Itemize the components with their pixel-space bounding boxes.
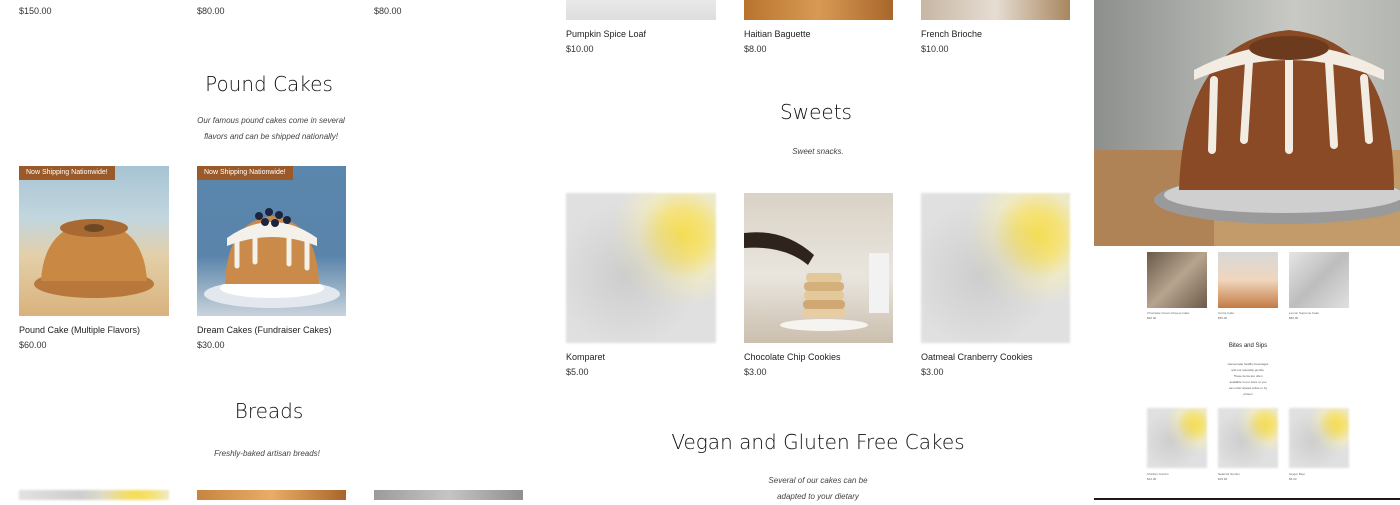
- dream-cake-image[interactable]: Now Shipping Nationwide!: [197, 166, 346, 316]
- section-description-pound-cakes: Our famous pound cakes come in several f…: [169, 113, 373, 145]
- shipping-badge: Now Shipping Nationwide!: [19, 166, 115, 180]
- section-title-vegan-gluten-free: Vegan and Gluten Free Cakes: [671, 430, 965, 454]
- preview-product-image: [1147, 252, 1207, 308]
- description-line: Several of our cakes can be: [768, 476, 868, 485]
- preview-product-name: Seafood Gumbo: [1218, 472, 1240, 476]
- product-price: $3.00: [921, 367, 944, 377]
- bread-product-image[interactable]: [19, 490, 169, 500]
- product-price: $150.00: [19, 6, 52, 16]
- product-price: $10.00: [921, 44, 949, 54]
- cookies-illustration: [744, 232, 889, 331]
- preview-product-image: [1218, 252, 1278, 308]
- preview-product-image: [1289, 252, 1349, 308]
- section-title-sweets: Sweets: [780, 100, 852, 124]
- section-description-sweets: Sweet snacks.: [792, 147, 844, 156]
- pound-cake-image[interactable]: Now Shipping Nationwide!: [19, 166, 169, 316]
- preview-product-price: $12.00: [1147, 477, 1157, 481]
- hero-cake-illustration: [1094, 30, 1400, 246]
- product-name[interactable]: Oatmeal Cranberry Cookies: [921, 352, 1033, 362]
- shipping-badge: Now Shipping Nationwide!: [197, 166, 293, 180]
- bread-product-image[interactable]: [197, 490, 346, 500]
- preview-product-price: $15.00: [1218, 477, 1228, 481]
- preview-product-price: $90.00: [1147, 316, 1157, 320]
- description-line: adapted to your dietary: [777, 492, 859, 501]
- pumpkin-spice-loaf-image[interactable]: [566, 0, 716, 20]
- bread-product-image[interactable]: [374, 490, 523, 500]
- preview-product-price: $6.00: [1289, 477, 1297, 481]
- preview-product-name: Lemon Supreme Cake: [1289, 311, 1320, 315]
- product-price: $80.00: [197, 6, 225, 16]
- preview-product-name: Ginger Beer: [1289, 472, 1306, 476]
- section-title-breads: Breads: [234, 399, 304, 423]
- preview-product-name: Chocolate Cream Cheese Cake: [1147, 311, 1190, 315]
- french-brioche-image[interactable]: [921, 0, 1070, 20]
- preview-section-title: Bites and Sips: [1228, 343, 1268, 349]
- section-description-breads: Freshly-baked artisan breads!: [214, 449, 320, 458]
- section-title-pound-cakes: Pound Cakes: [205, 72, 333, 96]
- section-description-vegan: Several of our cakes can be adapted to y…: [716, 473, 920, 505]
- product-price: $10.00: [566, 44, 594, 54]
- haitian-baguette-image[interactable]: [744, 0, 893, 20]
- chocolate-chip-cookies-image[interactable]: [744, 193, 893, 343]
- dream-cake-illustration: [204, 208, 340, 308]
- preview-section-description: Homemade healthy beverages and our speci…: [1208, 361, 1288, 397]
- product-name[interactable]: Pound Cake (Multiple Flavors): [19, 325, 140, 335]
- product-price: $5.00: [566, 367, 589, 377]
- product-name[interactable]: Pumpkin Spice Loaf: [566, 29, 646, 39]
- product-name[interactable]: Chocolate Chip Cookies: [744, 352, 841, 362]
- komparet-image[interactable]: [566, 193, 716, 343]
- preview-product-name: Carrot Cake: [1218, 311, 1235, 315]
- product-name[interactable]: Komparet: [566, 352, 605, 362]
- product-price: $30.00: [197, 340, 225, 350]
- product-price: $3.00: [744, 367, 767, 377]
- product-name[interactable]: Haitian Baguette: [744, 29, 811, 39]
- description-line: flavors and can be shipped nationally!: [204, 132, 338, 141]
- description-line: Our famous pound cakes come in several: [197, 116, 345, 125]
- pound-cake-illustration: [34, 219, 154, 298]
- product-name[interactable]: French Brioche: [921, 29, 982, 39]
- product-name[interactable]: Dream Cakes (Fundraiser Cakes): [197, 325, 332, 335]
- preview-product-image: [1218, 408, 1278, 468]
- hero-cake-photo: [1094, 0, 1400, 246]
- preview-product-name: Chicken Gumbo: [1147, 472, 1169, 476]
- preview-product-image: [1289, 408, 1349, 468]
- preview-product-price: $80.00: [1289, 316, 1299, 320]
- preview-product-price: $65.00: [1218, 316, 1228, 320]
- product-price: $80.00: [374, 6, 402, 16]
- oatmeal-cranberry-cookies-image[interactable]: [921, 193, 1070, 343]
- description-line: phone!: [1243, 392, 1253, 396]
- preview-product-image: [1147, 408, 1207, 468]
- product-price: $60.00: [19, 340, 47, 350]
- product-price: $8.00: [744, 44, 767, 54]
